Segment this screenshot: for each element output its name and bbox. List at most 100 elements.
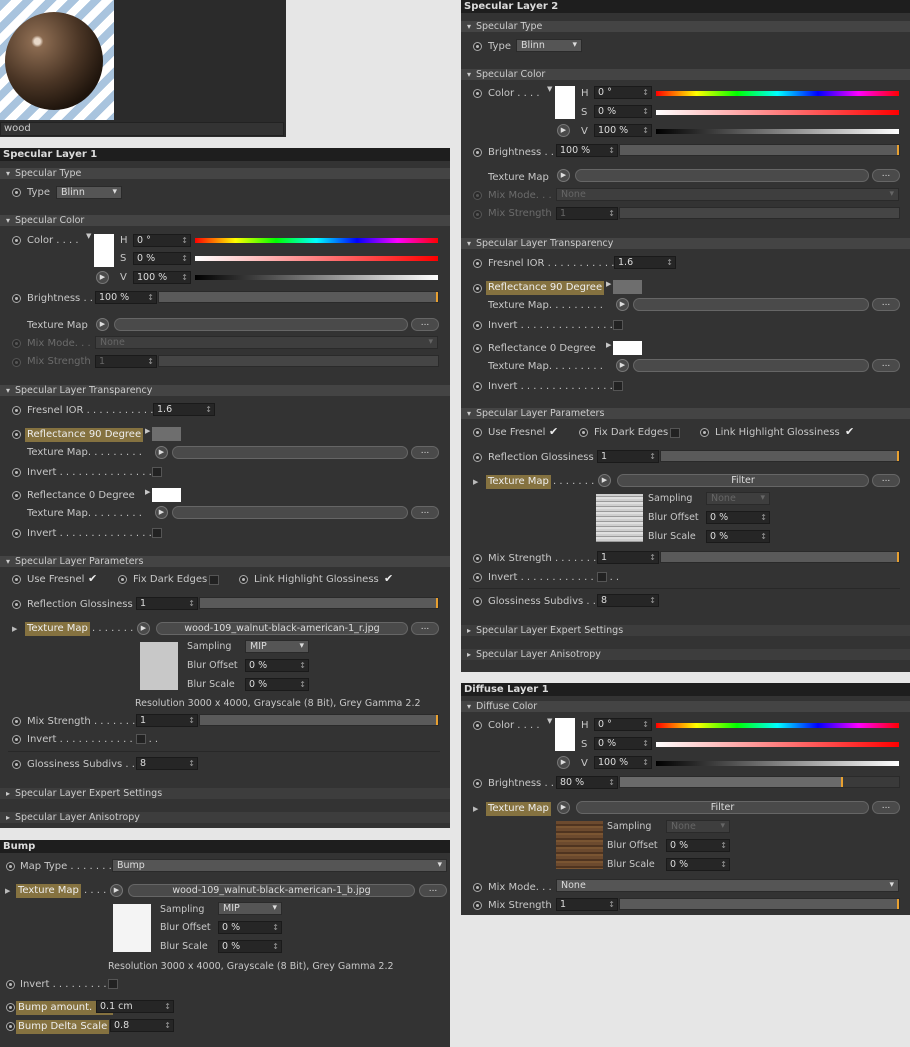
texture-map-button[interactable] xyxy=(575,169,869,182)
invert-checkbox[interactable] xyxy=(597,572,607,582)
blur-scale-field[interactable]: 0 % xyxy=(218,940,282,953)
reflectance-90-swatch[interactable] xyxy=(613,280,642,294)
reflection-glossiness-slider[interactable] xyxy=(199,597,439,609)
mix-strength-field[interactable]: 1 xyxy=(95,355,157,368)
radio-icon[interactable] xyxy=(6,1003,15,1012)
radio-icon[interactable] xyxy=(473,901,482,910)
expand-icon[interactable]: ▶ xyxy=(473,478,478,486)
radio-icon[interactable] xyxy=(473,344,482,353)
radio-icon[interactable] xyxy=(473,259,482,268)
section-anisotropy[interactable]: ▸ Specular Layer Anisotropy xyxy=(0,812,450,823)
mix-mode-dropdown[interactable]: None xyxy=(556,188,899,201)
browse-button[interactable]: ... xyxy=(411,506,439,519)
reflection-glossiness-slider[interactable] xyxy=(660,450,900,462)
radio-icon[interactable] xyxy=(473,779,482,788)
reflectance-0-swatch[interactable] xyxy=(613,341,642,355)
hue-slider[interactable] xyxy=(656,723,899,728)
radio-icon[interactable] xyxy=(473,382,482,391)
glossiness-subdivs-field[interactable]: 8 xyxy=(136,757,198,770)
texture-filter-button[interactable]: Filter xyxy=(576,801,869,814)
browse-button[interactable]: ... xyxy=(872,801,900,814)
section-expert-settings[interactable]: ▸ Specular Layer Expert Settings xyxy=(461,625,910,636)
hue-field[interactable]: 0 ° xyxy=(133,234,191,247)
browse-button[interactable]: ... xyxy=(419,884,447,897)
browse-button[interactable]: ... xyxy=(411,622,439,635)
blur-offset-field[interactable]: 0 % xyxy=(706,511,770,524)
invert-checkbox[interactable] xyxy=(152,467,162,477)
hue-slider[interactable] xyxy=(195,238,438,243)
type-dropdown[interactable]: Blinn xyxy=(516,39,582,52)
section-parameters[interactable]: ▾ Specular Layer Parameters xyxy=(0,556,450,567)
radio-icon[interactable] xyxy=(473,89,482,98)
play-icon[interactable]: ▶ xyxy=(616,359,629,372)
radio-icon[interactable] xyxy=(473,597,482,606)
invert-checkbox[interactable] xyxy=(613,381,623,391)
radio-icon[interactable] xyxy=(12,600,21,609)
radio-icon[interactable] xyxy=(12,406,21,415)
saturation-field[interactable]: 0 % xyxy=(594,737,652,750)
value-slider[interactable] xyxy=(195,275,438,280)
color-menu-icon[interactable]: ▼ xyxy=(547,85,552,93)
mix-strength-field[interactable]: 1 xyxy=(556,207,618,220)
section-transparency[interactable]: ▾ Specular Layer Transparency xyxy=(0,385,450,396)
browse-button[interactable]: ... xyxy=(872,474,900,487)
bump-delta-scale-field[interactable]: 0.8 xyxy=(110,1019,174,1032)
play-icon[interactable]: ▶ xyxy=(557,169,570,182)
mix-mode-dropdown[interactable]: None xyxy=(95,336,438,349)
radio-icon[interactable] xyxy=(12,294,21,303)
radio-icon[interactable] xyxy=(12,430,21,439)
sampling-dropdown[interactable]: None xyxy=(706,492,770,505)
saturation-slider[interactable] xyxy=(195,256,438,261)
play-icon[interactable]: ▶ xyxy=(96,271,109,284)
radio-icon[interactable] xyxy=(12,760,21,769)
texture-map-button[interactable] xyxy=(114,318,408,331)
brightness-slider[interactable] xyxy=(619,144,900,156)
mix-strength-slider[interactable] xyxy=(619,898,900,910)
section-specular-color[interactable]: ▾ Specular Color xyxy=(0,215,450,226)
blur-offset-field[interactable]: 0 % xyxy=(245,659,309,672)
menu-icon[interactable]: ▶ xyxy=(145,488,150,496)
radio-icon[interactable] xyxy=(579,428,588,437)
section-specular-type[interactable]: ▾ Specular Type xyxy=(461,21,910,32)
radio-icon[interactable] xyxy=(473,148,482,157)
browse-button[interactable]: ... xyxy=(872,298,900,311)
mix-strength-field[interactable]: 1 xyxy=(597,551,659,564)
menu-icon[interactable]: ▶ xyxy=(606,280,611,288)
mix-strength-field[interactable]: 1 xyxy=(556,898,618,911)
link-highlight-checkbox[interactable]: ✔ xyxy=(384,572,393,585)
sampling-dropdown[interactable]: MIP xyxy=(245,640,309,653)
radio-icon[interactable] xyxy=(6,862,15,871)
section-transparency[interactable]: ▾ Specular Layer Transparency xyxy=(461,238,910,249)
texture-map-button[interactable] xyxy=(172,446,408,459)
radio-icon[interactable] xyxy=(473,42,482,51)
material-name-field[interactable]: wood xyxy=(0,122,284,136)
browse-button[interactable]: ... xyxy=(872,169,900,182)
use-fresnel-checkbox[interactable]: ✔ xyxy=(88,572,97,585)
radio-icon[interactable] xyxy=(473,721,482,730)
section-expert-settings[interactable]: ▸ Specular Layer Expert Settings xyxy=(0,788,450,799)
fix-dark-edges-checkbox[interactable] xyxy=(670,428,680,438)
invert-checkbox[interactable] xyxy=(136,734,146,744)
brightness-field[interactable]: 80 % xyxy=(556,776,618,789)
radio-icon[interactable] xyxy=(473,554,482,563)
color-swatch[interactable] xyxy=(94,234,114,267)
hue-field[interactable]: 0 ° xyxy=(594,718,652,731)
reflection-glossiness-field[interactable]: 1 xyxy=(597,450,659,463)
texture-map-button[interactable] xyxy=(172,506,408,519)
invert-checkbox[interactable] xyxy=(613,320,623,330)
blur-scale-field[interactable]: 0 % xyxy=(706,530,770,543)
radio-icon[interactable] xyxy=(12,717,21,726)
radio-icon[interactable] xyxy=(6,980,15,989)
fresnel-ior-field[interactable]: 1.6 xyxy=(614,256,676,269)
radio-icon[interactable] xyxy=(473,573,482,582)
bump-amount-field[interactable]: 0.1 cm xyxy=(96,1000,174,1013)
blur-scale-field[interactable]: 0 % xyxy=(666,858,730,871)
link-highlight-checkbox[interactable]: ✔ xyxy=(845,425,854,438)
play-icon[interactable]: ▶ xyxy=(557,124,570,137)
radio-icon[interactable] xyxy=(239,575,248,584)
reflection-glossiness-field[interactable]: 1 xyxy=(136,597,198,610)
hue-field[interactable]: 0 ° xyxy=(594,86,652,99)
section-parameters[interactable]: ▾ Specular Layer Parameters xyxy=(461,408,910,419)
brightness-slider[interactable] xyxy=(619,776,900,788)
play-icon[interactable]: ▶ xyxy=(557,801,570,814)
